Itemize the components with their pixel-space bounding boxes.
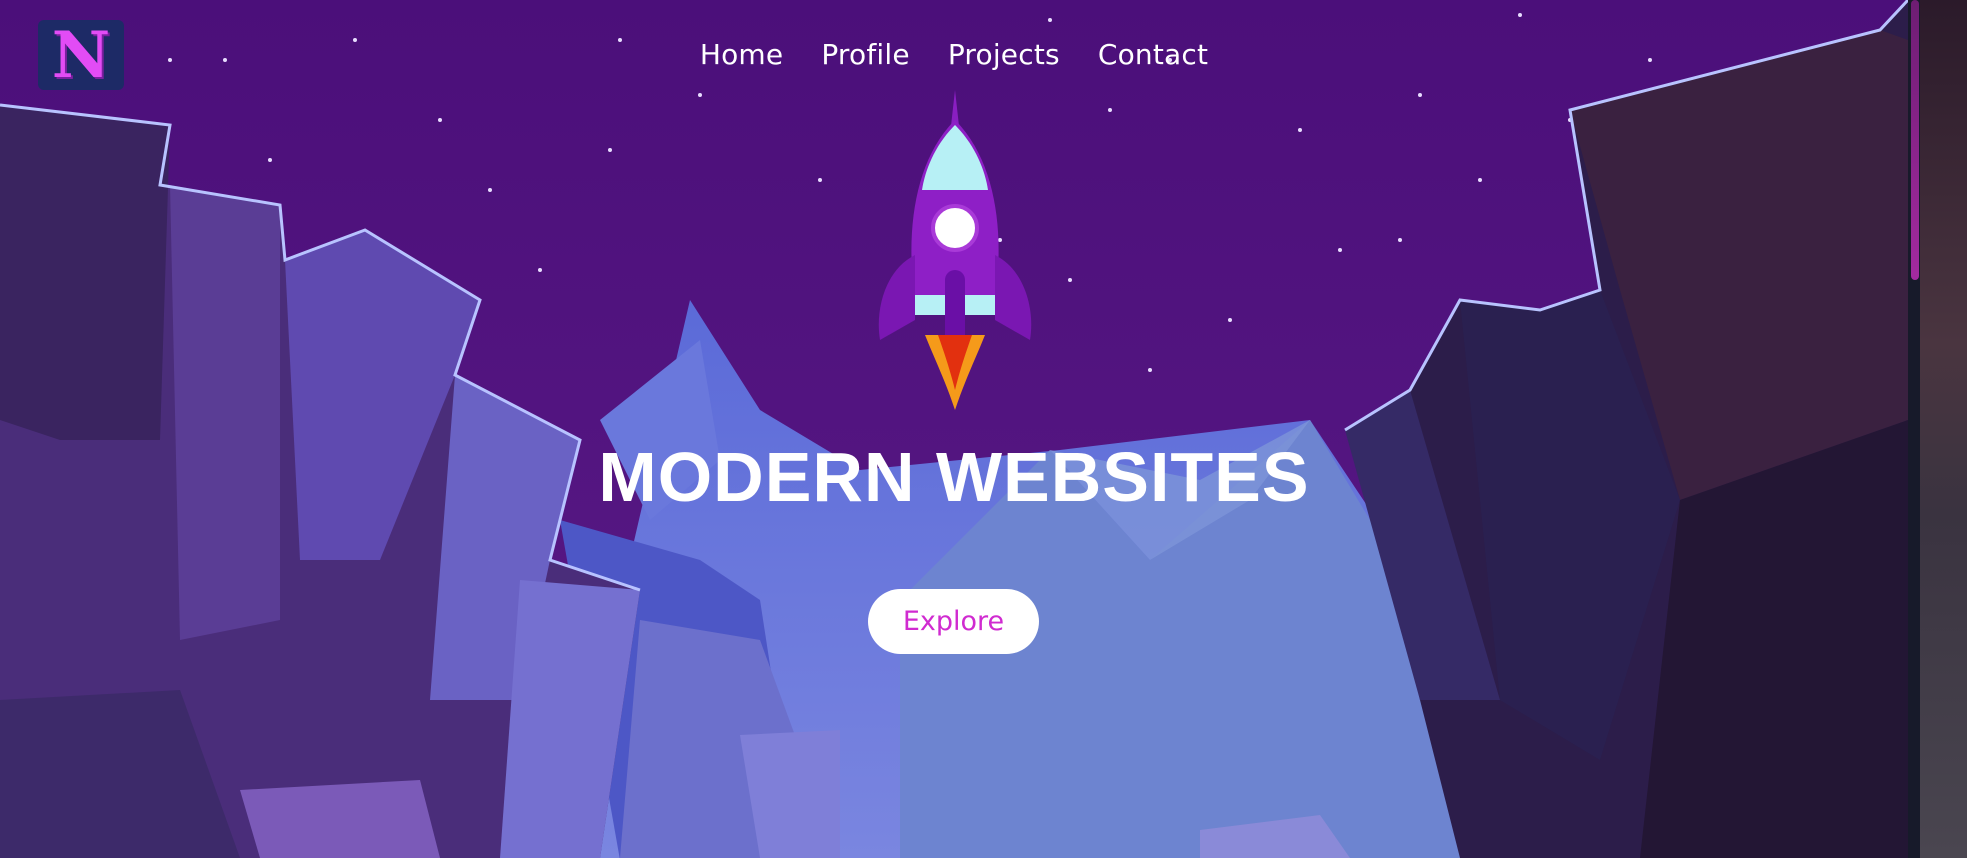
explore-button[interactable]: Explore <box>868 589 1039 654</box>
nav-profile[interactable]: Profile <box>821 38 909 71</box>
nav-home[interactable]: Home <box>700 38 784 71</box>
main-nav: Home Profile Projects Contact <box>0 38 1908 71</box>
nav-projects[interactable]: Projects <box>948 38 1060 71</box>
hero-title: MODERN WEBSITES <box>598 438 1310 516</box>
hero-background <box>0 0 1967 858</box>
nav-contact[interactable]: Contact <box>1098 38 1208 71</box>
scrollbar-thumb[interactable] <box>1911 0 1919 280</box>
